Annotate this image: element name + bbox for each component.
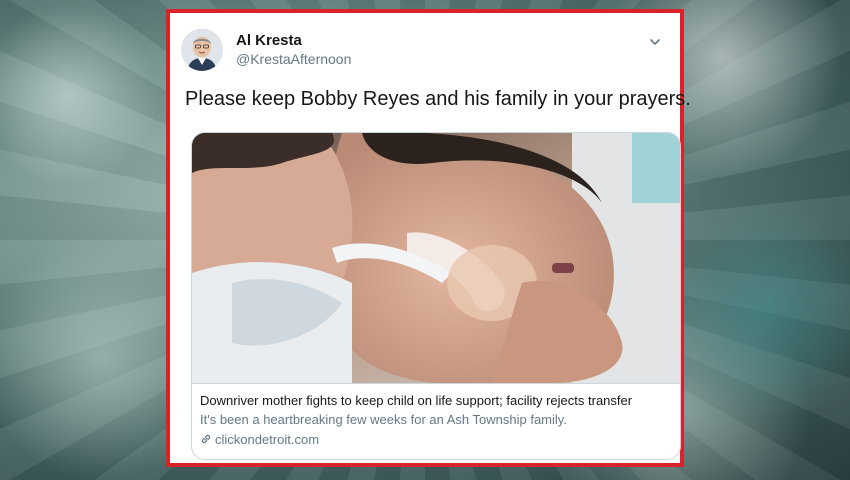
card-domain-text: clickondetroit.com	[215, 432, 320, 447]
chevron-down-icon[interactable]	[648, 35, 662, 49]
card-title[interactable]: Downriver mother fights to keep child on…	[200, 392, 680, 409]
avatar[interactable]	[181, 29, 223, 71]
card-image	[192, 133, 680, 383]
link-icon	[200, 432, 212, 444]
card-body: Downriver mother fights to keep child on…	[192, 383, 680, 459]
tweet-screenshot-frame: Al Kresta @KrestaAfternoon Please keep B…	[166, 9, 691, 467]
author-name[interactable]: Al Kresta	[236, 32, 302, 49]
card-domain[interactable]: clickondetroit.com	[200, 431, 680, 448]
link-preview-card[interactable]: Downriver mother fights to keep child on…	[191, 132, 681, 460]
card-description: It's been a heartbreaking few weeks for …	[200, 412, 567, 427]
tweet-text: Please keep Bobby Reyes and his family i…	[185, 88, 691, 110]
author-handle[interactable]: @KrestaAfternoon	[236, 51, 351, 67]
